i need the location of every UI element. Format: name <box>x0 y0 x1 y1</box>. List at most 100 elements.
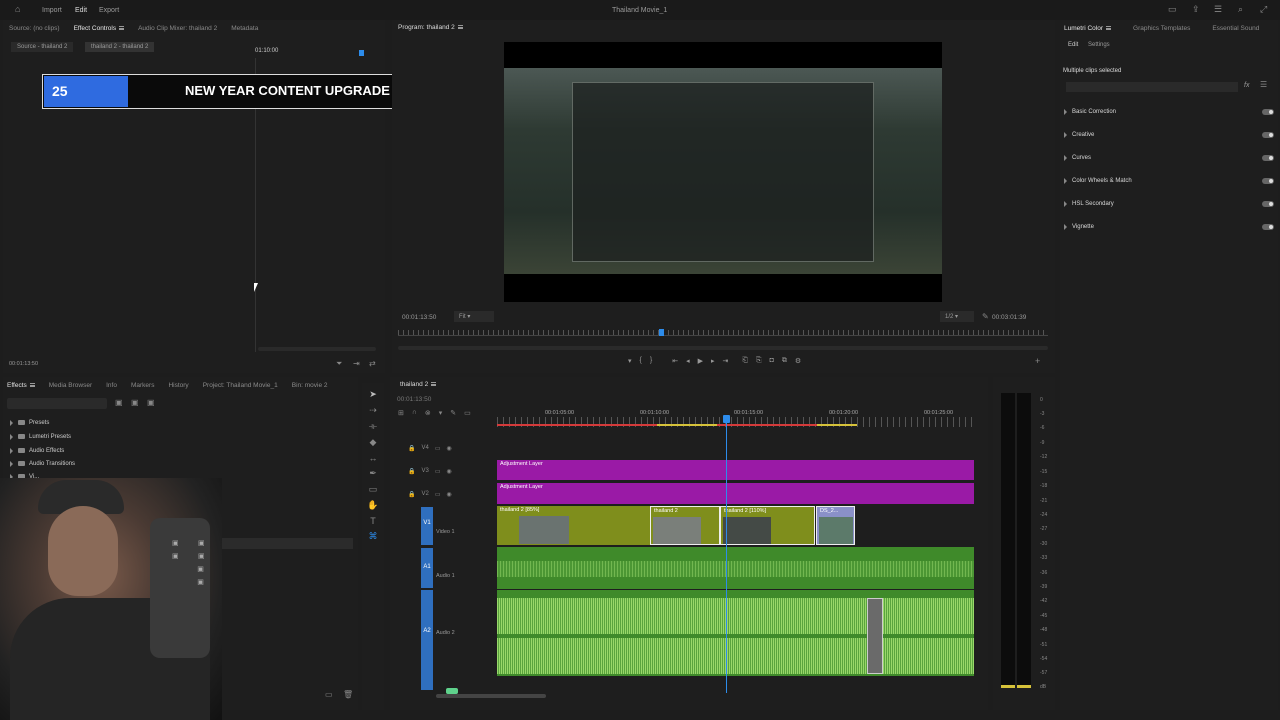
32bit-icon[interactable]: ▣ <box>131 398 139 407</box>
audio-clip-a1[interactable] <box>497 547 974 589</box>
out-point-icon[interactable]: } <box>650 357 652 365</box>
tab-media-browser[interactable]: Media Browser <box>49 382 92 389</box>
wrench-icon[interactable]: ✎ <box>982 312 989 321</box>
section-color-wheels[interactable]: Color Wheels & Match <box>1064 174 1274 188</box>
tab-graphics-templates[interactable]: Graphics Templates <box>1133 25 1190 32</box>
in-point-icon[interactable]: { <box>640 357 642 365</box>
track-select-tool-icon[interactable]: ⇢ <box>369 405 377 416</box>
slip-tool-icon[interactable]: ↔ <box>369 453 378 463</box>
go-in-icon[interactable]: ⇤ <box>672 357 678 365</box>
section-hsl-secondary[interactable]: HSL Secondary <box>1064 197 1274 211</box>
menu-export[interactable]: Export <box>99 7 119 14</box>
yuv-icon[interactable]: ▣ <box>147 398 155 407</box>
tab-effect-controls[interactable]: Effect Controls <box>74 25 125 32</box>
selection-tool-icon[interactable]: ➤ <box>369 389 377 400</box>
extract-icon[interactable]: ⎘ <box>756 357 762 365</box>
clip-dropdown[interactable] <box>1066 82 1238 92</box>
adjustment-layer-v2[interactable]: Adjustment Layer <box>497 483 974 504</box>
a1-target[interactable]: A1 <box>421 548 433 588</box>
linked-icon[interactable]: ⊗ <box>425 409 431 417</box>
lumetri-settings-tab[interactable]: Settings <box>1088 42 1110 48</box>
timeline-playhead-head[interactable] <box>723 415 730 423</box>
delete-icon[interactable]: 🗑 <box>343 690 353 699</box>
step-forward-icon[interactable]: ▸ <box>711 357 715 365</box>
subtab-clip[interactable]: thailand 2 - thailand 2 <box>85 42 155 52</box>
lumetri-edit-tab[interactable]: Edit <box>1068 42 1078 48</box>
home-icon[interactable]: ⌂ <box>15 5 20 14</box>
marker-icon[interactable]: ▾ <box>628 357 632 365</box>
quality-dropdown[interactable]: 1/2 ▾ <box>940 311 974 322</box>
curves-toggle[interactable] <box>1262 155 1274 161</box>
section-curves[interactable]: Curves <box>1064 151 1274 165</box>
captions-icon[interactable]: ▭ <box>464 409 471 417</box>
search-icon[interactable]: ⌕ <box>1238 5 1243 14</box>
lumetri-menu-icon[interactable]: ☰ <box>1260 80 1267 89</box>
lift-icon[interactable]: ⎗ <box>742 357 748 365</box>
caption-tool-icon[interactable]: ⌘ <box>369 531 378 542</box>
compare-icon[interactable]: ⧉ <box>782 357 787 365</box>
basic-correction-toggle[interactable] <box>1262 109 1274 115</box>
filter-icon[interactable]: ⏷ <box>336 359 342 368</box>
tab-source[interactable]: Source: (no clips) <box>9 25 60 32</box>
new-bin-icon[interactable]: ▭ <box>325 690 333 699</box>
subtab-source[interactable]: Source - thailand 2 <box>11 42 74 52</box>
add-marker-icon[interactable]: ▾ <box>439 409 443 417</box>
accelerated-icon[interactable]: ▣ <box>115 398 123 407</box>
type-tool-icon[interactable]: T <box>370 516 376 526</box>
effect-folder-audio-effects[interactable]: Audio Effects <box>10 444 64 457</box>
video-clip-3[interactable]: thailand 2 [110%] <box>720 506 815 545</box>
program-title-tab[interactable]: Program: thailand 2 <box>398 24 463 31</box>
settings-wrench-icon[interactable]: ✎ <box>450 409 456 417</box>
effect-folder-lumetri-presets[interactable]: Lumetri Presets <box>10 430 71 443</box>
hand-tool-icon[interactable]: ✋ <box>367 500 378 511</box>
ripple-edit-tool-icon[interactable]: ⟛ <box>369 421 377 432</box>
creative-toggle[interactable] <box>1262 132 1274 138</box>
settings-icon[interactable]: ⚙ <box>795 357 801 365</box>
fullscreen-icon[interactable]: ⤢ <box>1260 5 1267 14</box>
add-button-icon[interactable]: + <box>1035 357 1040 366</box>
program-video[interactable] <box>504 42 942 302</box>
a2-transition[interactable] <box>867 598 883 674</box>
video-clip-2[interactable]: thailand 2 <box>650 506 720 545</box>
section-vignette[interactable]: Vignette <box>1064 220 1274 234</box>
play-icon[interactable]: ▶ <box>698 357 703 365</box>
toggle-icon[interactable]: ⇄ <box>369 359 376 368</box>
step-back-icon[interactable]: ◂ <box>686 357 690 365</box>
tab-markers[interactable]: Markers <box>131 382 154 389</box>
program-playhead[interactable] <box>659 329 664 336</box>
v1-target[interactable]: V1 <box>421 507 433 545</box>
export-icon[interactable]: ⇥ <box>353 359 360 368</box>
tab-bin[interactable]: Bin: movie 2 <box>292 382 328 389</box>
pen-tool-icon[interactable]: ✒ <box>369 468 377 479</box>
window-icon[interactable]: ▭ <box>1168 5 1177 14</box>
section-creative[interactable]: Creative <box>1064 128 1274 142</box>
panel-icon[interactable]: ☰ <box>1214 5 1222 14</box>
vignette-toggle[interactable] <box>1262 224 1274 230</box>
program-ruler[interactable] <box>398 330 1048 336</box>
scrollbar[interactable] <box>258 347 376 351</box>
program-scrollbar[interactable] <box>398 346 1048 350</box>
tab-essential-sound[interactable]: Essential Sound <box>1212 25 1259 32</box>
tab-history[interactable]: History <box>168 382 188 389</box>
track-height-handle[interactable] <box>446 688 458 694</box>
tab-metadata[interactable]: Metadata <box>231 25 258 32</box>
adjustment-layer-v3[interactable]: Adjustment Layer <box>497 460 974 480</box>
effect-folder-presets[interactable]: Presets <box>10 416 49 429</box>
video-clip-4[interactable]: DS_2... <box>816 506 855 545</box>
audio-clip-a2[interactable] <box>497 590 974 676</box>
timeline-playhead[interactable] <box>726 417 727 693</box>
hsl-toggle[interactable] <box>1262 201 1274 207</box>
menu-edit[interactable]: Edit <box>75 7 87 14</box>
share-icon[interactable]: ⇪ <box>1192 5 1200 14</box>
fit-dropdown[interactable]: Fit ▾ <box>454 311 494 322</box>
playhead-marker[interactable] <box>359 50 364 56</box>
tab-project[interactable]: Project: Thailand Movie_1 <box>203 382 278 389</box>
camera-icon[interactable]: ◘ <box>770 357 774 365</box>
fx-icon[interactable]: fx <box>1244 82 1249 89</box>
effects-search-input[interactable] <box>7 398 107 409</box>
tab-effects[interactable]: Effects <box>7 382 35 389</box>
a2-target[interactable]: A2 <box>421 590 433 690</box>
razor-tool-icon[interactable]: ◆ <box>370 437 377 448</box>
effect-folder-audio-transitions[interactable]: Audio Transitions <box>10 457 75 470</box>
menu-import[interactable]: Import <box>42 7 62 14</box>
